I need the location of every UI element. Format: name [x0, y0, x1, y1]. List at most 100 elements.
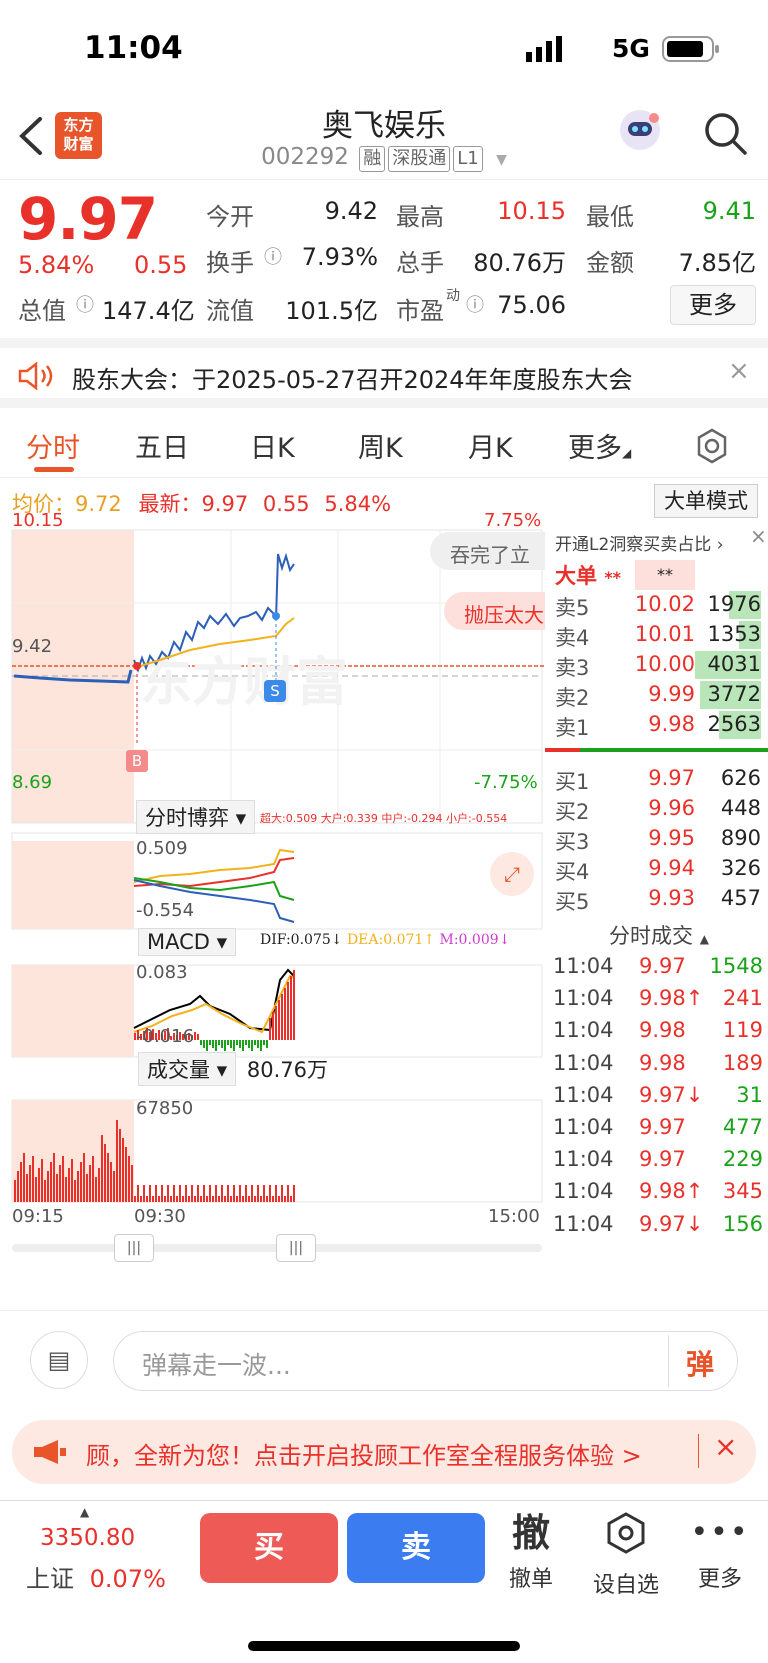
volume-bar: [224, 1196, 226, 1202]
cancel-order-tool[interactable]: 撤 撤单: [491, 1511, 571, 1593]
range-handle-left[interactable]: |||: [114, 1234, 154, 1262]
y-axis-bottom: 8.69: [12, 772, 53, 793]
tab-more[interactable]: 更多◢: [568, 426, 631, 465]
volume-bar: [266, 1196, 268, 1202]
danmaku-bubble[interactable]: 吞完了立: [430, 532, 545, 570]
intraday-chart[interactable]: 东方财富 10.15 8.69 7.75% -7.75% 9.42 B S 吞完…: [0, 510, 545, 1310]
tag-margin: 融: [359, 146, 386, 172]
bid-row[interactable]: 买1 9.97 626: [555, 764, 761, 794]
ask-row[interactable]: 卖5 10.02 1976: [555, 590, 761, 620]
comment-list-icon[interactable]: ▤: [30, 1331, 88, 1389]
sell-button[interactable]: 卖: [347, 1513, 485, 1583]
tab-weekly-k[interactable]: 周K: [358, 426, 403, 465]
trade-volume: 229: [722, 1147, 763, 1172]
macd-bar: [212, 1040, 214, 1048]
volume-bar: [200, 1196, 202, 1202]
sell-point-marker[interactable]: S: [264, 680, 286, 702]
bid-price: 9.93: [648, 886, 695, 910]
bid-row[interactable]: 买3 9.95 890: [555, 824, 761, 854]
pe-sup: 动: [446, 288, 460, 304]
big-order-mode-button[interactable]: 大单模式: [654, 484, 758, 518]
range-handle-right[interactable]: |||: [276, 1234, 316, 1262]
more-tool[interactable]: ••• 更多: [680, 1511, 760, 1593]
info-icon[interactable]: ⓘ: [466, 291, 484, 317]
search-icon[interactable]: [702, 110, 748, 156]
volume-bar: [287, 1185, 289, 1202]
danmaku-bubble[interactable]: 抛压太大: [444, 592, 545, 630]
volume-bar: [77, 1171, 79, 1202]
macd-select[interactable]: MACD ▾: [138, 928, 237, 956]
volume-bar: [140, 1196, 142, 1202]
close-icon[interactable]: ×: [714, 1430, 737, 1463]
macd-bar: [233, 1040, 235, 1051]
ask-volume: 1976: [707, 592, 761, 616]
big-order-mask: **: [604, 568, 622, 587]
trade-time: 11:04: [553, 1082, 614, 1107]
close-icon[interactable]: ×: [728, 356, 750, 386]
game-bottom: -0.554: [136, 900, 195, 921]
promo-banner[interactable]: 顾，全新为您！点击开启投顾工作室全程服务体验 > ×: [12, 1420, 756, 1484]
bid-row[interactable]: 买4 9.94 326: [555, 854, 761, 884]
close-icon[interactable]: ×: [750, 524, 767, 548]
low-value: 9.41: [702, 197, 756, 225]
volume-bar: [56, 1174, 58, 1202]
ask-row[interactable]: 卖4 10.01 1353: [555, 620, 761, 650]
send-danmaku-button[interactable]: 弹: [686, 1343, 714, 1383]
tab-five-day[interactable]: 五日: [135, 426, 189, 465]
trades-title[interactable]: 分时成交 ▲: [609, 920, 709, 950]
volume-bar: [293, 1185, 295, 1202]
info-icon[interactable]: ⓘ: [264, 243, 282, 269]
pct-axis-top: 7.75%: [484, 510, 542, 531]
notice-bar[interactable]: 股东大会：于2025-05-27召开2024年年度股东大会 ×: [0, 338, 768, 408]
volume-bar: [104, 1144, 106, 1202]
macd-bar: [278, 1000, 280, 1040]
x-axis-mid: 09:30: [134, 1206, 186, 1227]
amount-label: 金额: [586, 249, 634, 277]
notice-text: 股东大会：于2025-05-27召开2024年年度股东大会: [72, 366, 633, 394]
bid-label: 买3: [555, 830, 590, 854]
volume-bar: [182, 1196, 184, 1202]
buy-button[interactable]: 买: [200, 1513, 338, 1583]
danmaku-input[interactable]: 弹幕走一波...: [113, 1331, 738, 1391]
index-pct: 0.07%: [89, 1565, 166, 1593]
macd-bar: [236, 1040, 238, 1045]
game-indicator-select[interactable]: 分时博弈 ▾: [136, 800, 256, 834]
l2-banner[interactable]: 开通L2洞察买卖占比 ›: [555, 530, 724, 555]
tab-daily-k[interactable]: 日K: [250, 426, 295, 465]
bid-row[interactable]: 买5 9.93 457: [555, 884, 761, 914]
more-button[interactable]: 更多: [670, 285, 756, 325]
trade-volume: 477: [722, 1115, 763, 1139]
index-value[interactable]: 3350.80: [40, 1525, 135, 1551]
market-cap-value: 147.4亿: [102, 297, 195, 325]
macd-bar: [269, 1018, 271, 1040]
caret-up-icon: ▲: [80, 1505, 90, 1519]
macd-bar: [245, 1040, 247, 1045]
big-order-label: 大单 **: [555, 560, 621, 590]
volume-bar: [92, 1156, 94, 1202]
ask-row[interactable]: 卖2 9.99 3772: [555, 680, 761, 710]
ask-label: 卖4: [555, 626, 590, 650]
settings-icon[interactable]: [694, 428, 730, 464]
bid-row[interactable]: 买2 9.96 448: [555, 794, 761, 824]
volume-bar: [107, 1153, 109, 1202]
volume-bar: [14, 1180, 16, 1202]
volume-bar: [167, 1185, 169, 1202]
tab-monthly-k[interactable]: 月K: [468, 426, 513, 465]
add-watchlist-tool[interactable]: 设自选: [586, 1511, 666, 1599]
volume-select[interactable]: 成交量 ▾: [138, 1052, 237, 1086]
volume-bar: [215, 1185, 217, 1202]
buy-point-marker[interactable]: B: [126, 750, 148, 772]
index-row[interactable]: 上证 0.07%: [26, 1559, 166, 1594]
divider: [668, 1335, 669, 1387]
network-label: 5G: [612, 34, 650, 63]
info-icon[interactable]: ⓘ: [76, 291, 94, 317]
volume-bar: [227, 1185, 229, 1202]
big-order-mask-box: **: [635, 560, 695, 590]
ask-row[interactable]: 卖3 10.00 4031: [555, 650, 761, 680]
ask-row[interactable]: 卖1 9.98 2563: [555, 710, 761, 740]
volume-bar: [116, 1120, 118, 1202]
tab-intraday[interactable]: 分时: [26, 426, 80, 465]
expand-icon[interactable]: ⤢: [490, 852, 534, 896]
macd-bar: [266, 1040, 268, 1048]
robot-avatar-icon[interactable]: [616, 106, 664, 154]
